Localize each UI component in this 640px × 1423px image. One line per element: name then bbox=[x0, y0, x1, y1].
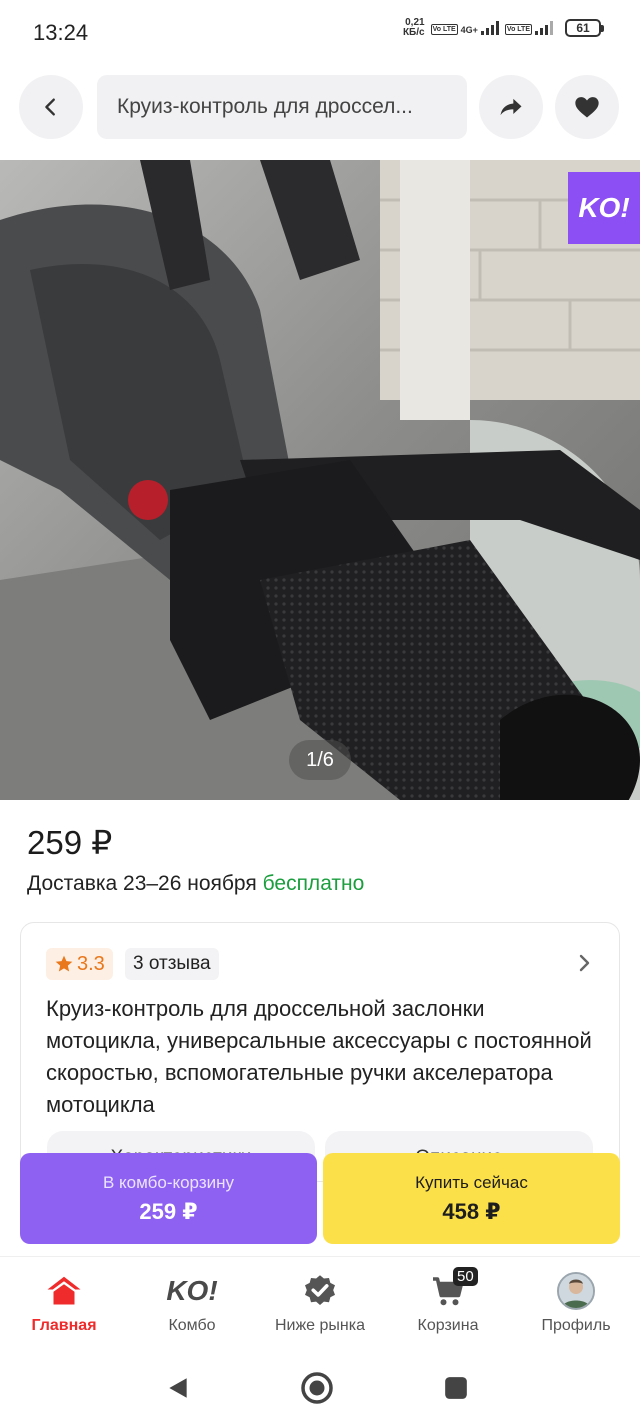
volte-tag: Vo LTE bbox=[430, 24, 458, 35]
back-button[interactable] bbox=[19, 75, 83, 139]
signal-bars-icon-2 bbox=[535, 21, 553, 35]
sim1-signal: Vo LTE 4G+ bbox=[430, 21, 499, 35]
ko-badge: KO! bbox=[568, 172, 640, 244]
combo-button-price: 259 ₽ bbox=[139, 1199, 198, 1224]
system-recents-button[interactable] bbox=[438, 1370, 474, 1406]
battery-level: 61 bbox=[565, 19, 601, 37]
square-recents-icon bbox=[445, 1377, 467, 1399]
rating-value: 3.3 bbox=[77, 952, 105, 975]
volte-tag-2: Vo LTE bbox=[504, 24, 532, 35]
system-back-button[interactable] bbox=[160, 1370, 196, 1406]
product-info-card[interactable]: 3.3 3 отзыва Круиз-контроль для дроссель… bbox=[20, 922, 620, 1182]
nav-cart-label: Корзина bbox=[417, 1317, 479, 1334]
avatar bbox=[557, 1272, 595, 1310]
nav-profile[interactable]: Профиль bbox=[512, 1257, 640, 1353]
favorite-button[interactable] bbox=[555, 75, 619, 139]
share-arrow-icon bbox=[500, 98, 522, 116]
chevron-left-icon bbox=[45, 98, 55, 116]
buy-button-label: Купить сейчас bbox=[415, 1173, 528, 1192]
circle-home-icon bbox=[301, 1372, 333, 1404]
product-price: 259 ₽ bbox=[27, 824, 113, 861]
nav-combo[interactable]: KO! Комбо bbox=[128, 1257, 256, 1353]
status-time: 13:24 bbox=[33, 20, 89, 45]
buy-now-button[interactable]: Купить сейчас 458 ₽ bbox=[323, 1153, 620, 1244]
profile-avatar-wrap bbox=[556, 1271, 596, 1311]
network-speed-unit: КБ/с bbox=[402, 27, 425, 38]
add-to-combo-button[interactable]: В комбо-корзину 259 ₽ bbox=[20, 1153, 317, 1244]
nav-below-market-label: Ниже рынка bbox=[274, 1317, 366, 1334]
nav-cart[interactable]: 50 Корзина bbox=[384, 1257, 512, 1353]
heart-icon bbox=[575, 97, 599, 118]
search-field[interactable]: Круиз-контроль для дроссел... bbox=[97, 75, 467, 139]
delivery-free: бесплатно bbox=[262, 872, 365, 895]
reviews-count[interactable]: 3 отзыва bbox=[125, 948, 219, 980]
battery-icon: 61 bbox=[565, 19, 604, 37]
status-bar: 13:24 0,21 КБ/с Vo LTE 4G+ Vo LTE 61 bbox=[0, 0, 640, 64]
sim2-signal: Vo LTE bbox=[504, 21, 553, 35]
bottom-navigation: Главная KO! Комбо Ниже рынка 50 Корзина … bbox=[0, 1256, 640, 1352]
product-title: Круиз-контроль для дроссельной заслонки … bbox=[46, 996, 592, 1117]
combo-button-label: В комбо-корзину bbox=[102, 1173, 235, 1192]
nav-combo-label: Комбо bbox=[168, 1317, 216, 1334]
home-icon bbox=[44, 1271, 84, 1311]
ko-logo-icon: KO! bbox=[166, 1275, 218, 1306]
chevron-right-icon[interactable] bbox=[577, 953, 593, 978]
delivery-info: Доставка 23–26 ноября бесплатно bbox=[27, 872, 364, 896]
nav-below-market[interactable]: Ниже рынка bbox=[256, 1257, 384, 1353]
verified-check-icon bbox=[300, 1271, 340, 1311]
nav-profile-label: Профиль bbox=[541, 1317, 611, 1334]
search-field-text: Круиз-контроль для дроссел... bbox=[117, 95, 413, 118]
image-counter: 1/6 bbox=[289, 740, 351, 780]
rating-badge[interactable]: 3.3 bbox=[46, 948, 113, 980]
product-image[interactable]: KO! bbox=[0, 160, 640, 800]
triangle-back-icon bbox=[169, 1378, 187, 1398]
delivery-dates: Доставка 23–26 ноября bbox=[27, 872, 257, 895]
top-navigation: Круиз-контроль для дроссел... bbox=[0, 74, 640, 142]
network-type: 4G+ bbox=[460, 25, 478, 35]
system-navigation-bar bbox=[0, 1352, 640, 1423]
nav-home-label: Главная bbox=[31, 1317, 97, 1334]
share-button[interactable] bbox=[479, 75, 543, 139]
star-icon bbox=[55, 955, 73, 972]
product-photo bbox=[0, 160, 640, 800]
signal-bars-icon bbox=[480, 21, 499, 35]
network-speed: 0,21 КБ/с bbox=[403, 18, 425, 38]
status-indicators: 0,21 КБ/с Vo LTE 4G+ Vo LTE 61 bbox=[403, 18, 604, 38]
cart-count-badge: 50 bbox=[453, 1267, 478, 1286]
buy-button-price: 458 ₽ bbox=[442, 1199, 501, 1224]
system-home-button[interactable] bbox=[299, 1370, 335, 1406]
nav-home[interactable]: Главная bbox=[0, 1257, 128, 1353]
